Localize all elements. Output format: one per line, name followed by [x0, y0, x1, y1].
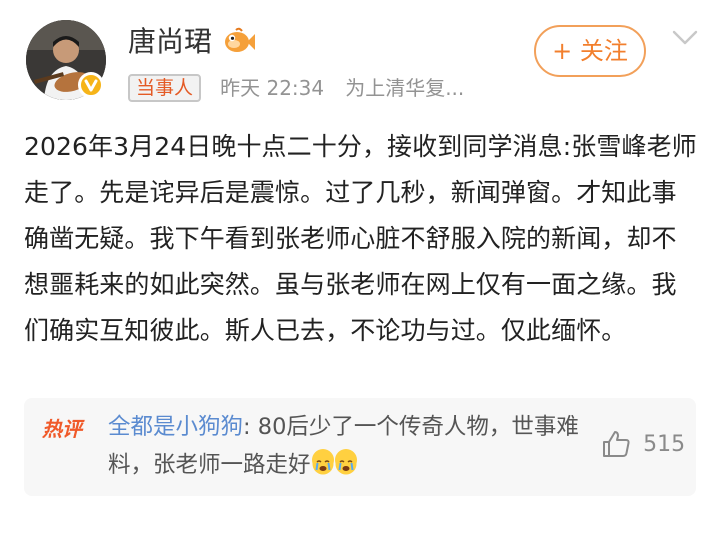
post-meta: 当事人 昨天 22:34 为上清华复... [128, 74, 464, 104]
fish-badge-icon [225, 27, 255, 52]
chevron-down-icon[interactable] [670, 26, 700, 48]
crying-face-icon [334, 449, 357, 475]
verified-badge-icon [78, 72, 104, 98]
author-name[interactable]: 唐尚珺 [128, 22, 212, 62]
like-count: 515 [643, 431, 686, 457]
post-time: 昨天 22:34 [220, 76, 325, 100]
post-source[interactable]: 为上清华复... [345, 74, 464, 102]
post-text: 2026年3月24日晚十点二十分，接收到同学消息:张雪峰老师走了。先是诧异后是震… [24, 132, 697, 345]
follow-button[interactable]: + 关注 [534, 25, 646, 77]
comment-body: 全都是小狗狗: 80后少了一个传奇人物，世事难料，张老师一路走好 [108, 408, 588, 484]
hot-comment-tag: 热评 [42, 417, 82, 441]
like-button[interactable]: 515 [600, 428, 685, 464]
comment-separator: : [243, 414, 258, 440]
crying-face-icon [311, 449, 334, 475]
comment-author[interactable]: 全都是小狗狗 [108, 414, 243, 440]
role-badge: 当事人 [128, 74, 202, 102]
thumb-up-icon [603, 431, 630, 457]
hot-comment[interactable]: 热评 全都是小狗狗: 80后少了一个传奇人物，世事难料，张老师一路走好 515 [24, 398, 696, 496]
